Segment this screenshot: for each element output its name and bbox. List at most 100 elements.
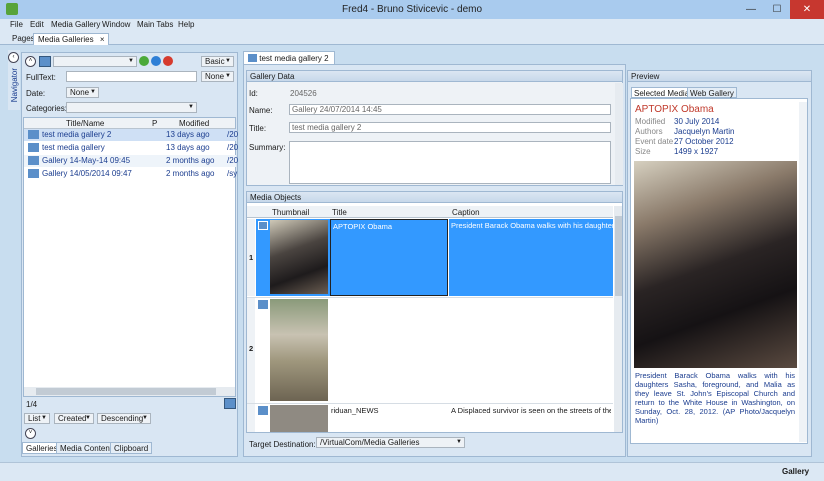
filter-dropdown[interactable]: ▼ [53, 56, 137, 67]
name-label: Name: [249, 106, 273, 115]
basic-dropdown-value: Basic [205, 57, 225, 66]
list-item[interactable]: test media gallery 2 13 days ago /20 [24, 129, 239, 141]
preview-content: APTOPIX Obama Modified 30 July 2014 Autho… [630, 98, 808, 444]
target-value: /VirtualCom/Media Galleries [320, 438, 420, 447]
tab-clipboard[interactable]: Clipboard [110, 442, 153, 454]
refresh-icon[interactable] [39, 56, 51, 67]
menu-edit[interactable]: Edit [30, 20, 44, 29]
collapse-down-icon[interactable]: ˅ [25, 428, 36, 439]
fulltext-input[interactable] [66, 71, 197, 82]
caption-cell[interactable]: A Displaced survivor is seen on the stre… [451, 406, 611, 416]
meta-value: 1499 x 1927 [674, 147, 719, 156]
menu-file[interactable]: File [10, 20, 23, 29]
meta-label: Event date [635, 137, 674, 146]
row-title: Gallery 14-May-14 09:45 [42, 156, 131, 165]
row-title: Gallery 14/05/2014 09:47 [42, 169, 132, 178]
main-tab-strip: Pages Media Galleries × [0, 32, 824, 45]
thumbnail-image [270, 220, 328, 294]
navigator-strip: ‹ Navigator [8, 50, 20, 110]
gallery-data-scrollbar[interactable] [615, 83, 623, 185]
target-label: Target Destination: [249, 440, 316, 449]
gallery-data-header: Gallery Data [247, 71, 622, 82]
collapse-up-icon[interactable]: ˄ [25, 56, 36, 67]
fulltext-mode-dropdown[interactable]: None ▼ [201, 71, 234, 82]
horizontal-scrollbar[interactable] [24, 387, 235, 396]
caption-cell[interactable]: President Barack Obama walks with his da… [449, 219, 613, 296]
ok-icon[interactable] [139, 56, 149, 66]
gallery-icon [28, 156, 39, 165]
list-item[interactable]: Gallery 14-May-14 09:45 2 months ago /20 [24, 155, 238, 167]
preview-header: Preview [628, 71, 811, 82]
meta-value: Jacquelyn Martin [674, 127, 735, 136]
thumbnail-image [270, 405, 328, 432]
row-title: test media gallery [42, 143, 105, 152]
navigator-label[interactable]: Navigator [10, 68, 19, 102]
remove-icon[interactable] [163, 56, 173, 66]
doc-tab[interactable]: test media gallery 2 × [243, 51, 335, 72]
table-row[interactable]: riduan_NEWS A Displaced survivor is seen… [247, 403, 613, 432]
name-field[interactable]: Gallery 24/07/2014 14:45 [289, 104, 611, 115]
table-row[interactable]: 1 APTOPIX Obama President Barack Obama w… [247, 219, 613, 296]
menu-media-gallery[interactable]: Media Gallery [51, 20, 100, 29]
close-button[interactable]: ✕ [790, 0, 824, 19]
add-icon[interactable] [151, 56, 161, 66]
menu-help[interactable]: Help [178, 20, 194, 29]
column-thumbnail[interactable]: Thumbnail [272, 208, 309, 217]
gallery-data-section: Gallery Data Id: 204526 Name: Gallery 24… [246, 70, 623, 186]
sort-field-dropdown[interactable]: Created ▼ [54, 413, 94, 424]
tab-web-gallery[interactable]: Web Gallery [687, 87, 737, 98]
title-bar: Fred4 - Bruno Stivicevic - demo — ☐ ✕ [0, 0, 824, 19]
summary-field[interactable] [289, 141, 611, 184]
status-text: Gallery [782, 467, 810, 476]
thumbnail-cell[interactable] [256, 219, 330, 296]
preview-caption: President Barack Obama walks with his da… [635, 371, 795, 425]
column-p[interactable]: P [152, 119, 157, 128]
row-modified: 13 days ago [166, 130, 210, 139]
media-objects-section: Media Objects Thumbnail Title Caption 1 … [246, 191, 623, 433]
maximize-button[interactable]: ☐ [764, 0, 790, 19]
list-item[interactable]: Gallery 14/05/2014 09:47 2 months ago /s… [24, 168, 238, 180]
title-cell[interactable]: riduan_NEWS [331, 406, 447, 415]
menu-window[interactable]: Window [102, 20, 130, 29]
view-mode-dropdown[interactable]: List ▼ [24, 413, 50, 424]
refresh-list-icon[interactable] [224, 398, 236, 409]
row-modified: 2 months ago [166, 169, 215, 178]
row-extra: /20 [227, 130, 239, 139]
list-item[interactable]: test media gallery 13 days ago /20 [24, 142, 238, 154]
tab-media-galleries[interactable]: Media Galleries × [33, 33, 110, 45]
date-dropdown[interactable]: None ▼ [66, 87, 99, 98]
collapse-left-icon[interactable]: ‹ [8, 52, 19, 63]
preview-scrollbar[interactable] [799, 102, 807, 442]
fulltext-mode-value: None [205, 72, 225, 81]
tab-selected-media[interactable]: Selected Media [631, 87, 693, 98]
column-title[interactable]: Title/Name [66, 119, 104, 128]
basic-dropdown[interactable]: Basic ▼ [201, 56, 234, 67]
gallery-icon [28, 130, 39, 139]
column-caption[interactable]: Caption [452, 208, 480, 217]
preview-title: APTOPIX Obama [635, 104, 714, 115]
minimize-button[interactable]: — [738, 0, 764, 19]
row-modified: 13 days ago [166, 143, 210, 152]
scrollbar-thumb[interactable] [36, 388, 216, 395]
column-modified[interactable]: Modified [179, 119, 209, 128]
table-row[interactable]: 2 [247, 297, 613, 403]
tab-media-content[interactable]: Media Content [56, 442, 117, 454]
sort-order-dropdown[interactable]: Descending ▼ [97, 413, 151, 424]
row-extra: /sy [227, 169, 238, 178]
title-cell[interactable]: APTOPIX Obama [330, 219, 448, 296]
tab-close-icon[interactable]: × [100, 35, 105, 44]
image-icon [258, 300, 268, 309]
summary-label: Summary: [249, 143, 286, 152]
column-title[interactable]: Title [332, 208, 347, 217]
target-dropdown[interactable]: /VirtualCom/Media Galleries ▼ [316, 437, 465, 448]
page-count: 1/4 [26, 400, 38, 409]
scrollbar-thumb[interactable] [615, 216, 622, 296]
id-value: 204526 [290, 89, 317, 98]
media-grid-scrollbar[interactable] [614, 206, 622, 432]
meta-label: Size [635, 147, 651, 156]
thumbnail-image [270, 299, 328, 401]
media-objects-header: Media Objects [247, 192, 622, 203]
title-field[interactable]: test media gallery 2 [289, 122, 611, 133]
menu-main-tabs[interactable]: Main Tabs [137, 20, 173, 29]
categories-dropdown[interactable]: ▼ [66, 102, 197, 113]
